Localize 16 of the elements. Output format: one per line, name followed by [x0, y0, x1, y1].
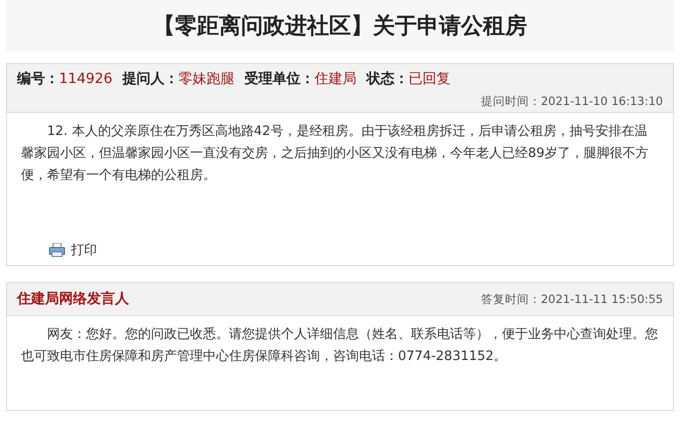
- question-time: 提问时间：2021-11-10 16:13:10: [480, 94, 663, 108]
- reply-time: 答复时间：2021-11-11 15:50:55: [480, 292, 663, 306]
- meta-value: 114926: [59, 71, 112, 87]
- question-text: 12. 本人的父亲原住在万秀区高地路42号，是经租房。由于该经租房拆迁，后申请公租房，抽号安排在温馨家园小区，但温馨家园小区一直没有交房，之后抽到的小区又没有电梯，今年老人已经89岁了，腿脚很不方便，希望有一个有电梯的公租房。: [21, 123, 650, 185]
- meta-label: 提问人：: [122, 71, 178, 87]
- meta-value: 已回复: [408, 71, 450, 87]
- reply-text: 网友：您好。您的问政已收悉。请您提供个人详细信息（姓名、联系电话等），便于业务中心查询处理。您也可致电市住房保障和房产管理中心住房保障科咨询，咨询电话：0774-2831152。: [21, 326, 659, 366]
- meta-label: 受理单位：: [244, 71, 314, 87]
- meta-value: 住建局: [314, 71, 356, 87]
- meta-label: 状态：: [366, 71, 408, 87]
- printer-icon[interactable]: [49, 243, 65, 257]
- print-link[interactable]: 打印: [71, 241, 97, 259]
- reply-author: 住建局网络发言人: [17, 290, 129, 308]
- meta-value: 零妹跑腿: [178, 71, 234, 87]
- meta-label: 编号：: [17, 71, 59, 87]
- page-title: 【零距离问政进社区】关于申请公租房: [153, 12, 527, 41]
